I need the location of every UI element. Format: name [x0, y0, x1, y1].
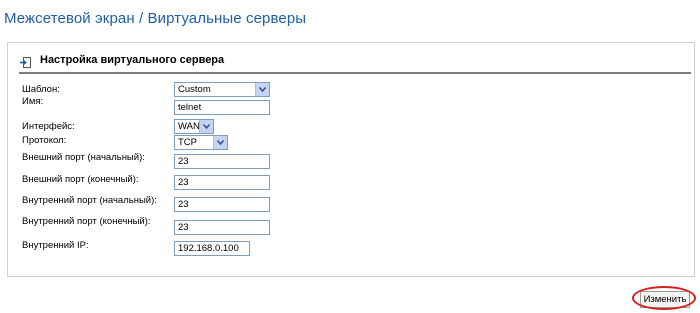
template-select[interactable]: Custom	[174, 82, 270, 97]
page-title: Межсетевой экран / Виртуальные серверы	[4, 10, 307, 27]
section-header: Настройка виртуального сервера	[19, 54, 691, 74]
ext-port-end-label: Внешний порт (конечный):	[22, 174, 139, 185]
chevron-down-icon[interactable]	[199, 120, 213, 133]
chevron-down-icon[interactable]	[213, 136, 227, 149]
section-title: Настройка виртуального сервера	[40, 54, 225, 66]
interface-select-value: WAN	[178, 121, 200, 132]
int-port-end-label: Внутренний порт (конечный):	[22, 216, 151, 227]
int-port-start-field[interactable]: 23	[174, 197, 270, 212]
arrow-into-box-icon	[20, 55, 31, 68]
chevron-down-icon[interactable]	[255, 83, 269, 96]
name-label: Имя:	[22, 96, 44, 107]
interface-select[interactable]: WAN	[174, 119, 214, 134]
internal-ip-label: Внутренний IP:	[22, 240, 89, 251]
ext-port-start-field[interactable]: 23	[174, 154, 270, 169]
internal-ip-field[interactable]: 192.168.0.100	[174, 241, 250, 256]
name-field[interactable]: telnet	[174, 100, 270, 115]
protocol-select-value: TCP	[178, 137, 197, 148]
int-port-start-label: Внутренний порт (начальный):	[22, 195, 157, 206]
int-port-end-field[interactable]: 23	[174, 220, 270, 235]
ext-port-end-field[interactable]: 23	[174, 175, 270, 190]
settings-panel: Настройка виртуального сервера Шаблон: C…	[7, 42, 695, 277]
protocol-label: Протокол:	[22, 135, 67, 146]
template-select-value: Custom	[178, 84, 211, 95]
protocol-select[interactable]: TCP	[174, 135, 228, 150]
template-label: Шаблон:	[22, 84, 60, 95]
interface-label: Интерфейс:	[22, 121, 75, 132]
apply-button[interactable]: Изменить	[640, 291, 690, 308]
ext-port-start-label: Внешний порт (начальный):	[22, 152, 145, 163]
